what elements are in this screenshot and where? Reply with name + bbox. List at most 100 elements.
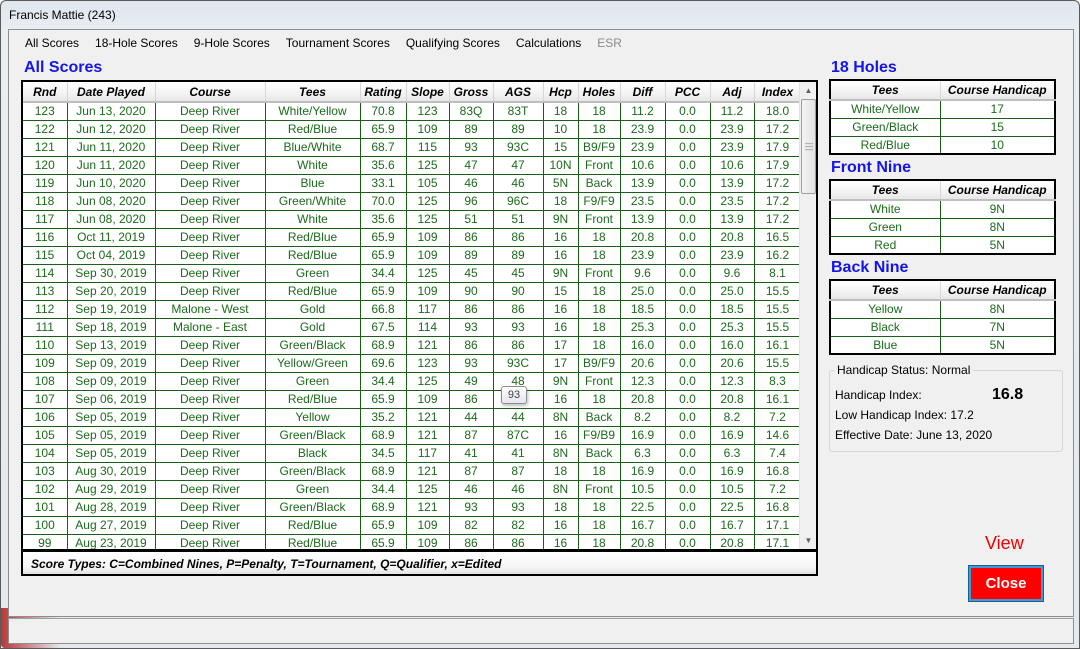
cell-gross[interactable]: 82: [448, 515, 494, 535]
cell-ags[interactable]: 47: [492, 155, 544, 175]
cell-diff[interactable]: 12.3: [619, 371, 666, 391]
cell-holes[interactable]: 18: [577, 497, 621, 517]
cell-index[interactable]: 8.1: [753, 263, 802, 283]
cell-rnd[interactable]: 120: [23, 155, 68, 175]
cell-hcp[interactable]: 17: [542, 335, 579, 355]
cell-diff[interactable]: 20.8: [619, 533, 666, 549]
cell-slope[interactable]: 121: [405, 497, 450, 517]
cell-tees[interactable]: Red/Blue: [264, 515, 361, 535]
score-row[interactable]: 122 Jun 12, 2020 Deep River Red/Blue 65.9 109…: [23, 119, 802, 139]
cell-rating[interactable]: 35.2: [359, 407, 407, 427]
cell-slope[interactable]: 109: [405, 389, 450, 409]
cell-ags[interactable]: 86: [492, 299, 544, 319]
cell-date-played[interactable]: Aug 27, 2019: [66, 515, 156, 535]
menu-tournament-scores[interactable]: Tournament Scores: [278, 34, 398, 54]
cell-adj[interactable]: 13.9: [709, 173, 755, 193]
close-button[interactable]: Close: [968, 565, 1044, 602]
cell-tees[interactable]: White/Yellow: [829, 99, 941, 119]
cell-pcc[interactable]: 0.0: [664, 389, 711, 409]
cell-diff[interactable]: 16.0: [619, 335, 666, 355]
cell-rating[interactable]: 68.9: [359, 461, 407, 481]
cell-diff[interactable]: 23.9: [619, 119, 666, 139]
cell-course-handicap[interactable]: 8N: [939, 299, 1056, 319]
cell-ags[interactable]: 86: [492, 227, 544, 247]
cell-gross[interactable]: 86: [448, 389, 494, 409]
cell-adj[interactable]: 23.9: [709, 245, 755, 265]
cell-diff[interactable]: 16.9: [619, 461, 666, 481]
score-row[interactable]: 99 Aug 23, 2019 Deep River Red/Blue 65.9 109 8…: [23, 533, 802, 549]
cell-pcc[interactable]: 0.0: [664, 425, 711, 445]
cell-course[interactable]: Malone - West: [154, 299, 266, 319]
cell-tees[interactable]: Gold: [264, 317, 361, 337]
column-header-slope[interactable]: Slope: [406, 82, 450, 103]
cell-date-played[interactable]: Sep 30, 2019: [66, 263, 156, 283]
cell-rnd[interactable]: 121: [23, 137, 68, 157]
cell-rnd[interactable]: 113: [23, 281, 68, 301]
cell-tees[interactable]: Red/Blue: [264, 389, 361, 409]
cell-hcp[interactable]: 18: [542, 497, 579, 517]
cell-gross[interactable]: 47: [448, 155, 494, 175]
cell-adj[interactable]: 10.6: [709, 155, 755, 175]
score-row[interactable]: 117 Jun 08, 2020 Deep River White 35.6 125 51 5…: [23, 209, 802, 229]
cell-hcp[interactable]: 10: [542, 119, 579, 139]
score-row[interactable]: 106 Sep 05, 2019 Deep River Yellow 35.2 121 44…: [23, 407, 802, 427]
cell-index[interactable]: 7.4: [753, 443, 802, 463]
cell-tees[interactable]: Green/Black: [264, 335, 361, 355]
cell-adj[interactable]: 6.3: [709, 443, 755, 463]
cell-pcc[interactable]: 0.0: [664, 227, 711, 247]
cell-slope[interactable]: 125: [405, 479, 450, 499]
cell-rating[interactable]: 65.9: [359, 227, 407, 247]
cell-rating[interactable]: 34.4: [359, 479, 407, 499]
cell-date-played[interactable]: Sep 05, 2019: [66, 407, 156, 427]
cell-course-handicap[interactable]: 5N: [939, 335, 1056, 355]
cell-hcp[interactable]: 8N: [542, 443, 579, 463]
cell-rating[interactable]: 70.0: [359, 191, 407, 211]
cell-adj[interactable]: 13.9: [709, 209, 755, 229]
cell-holes[interactable]: Front: [577, 263, 621, 283]
cell-rnd[interactable]: 107: [23, 389, 68, 409]
cell-slope[interactable]: 125: [405, 371, 450, 391]
cell-holes[interactable]: 18: [577, 335, 621, 355]
cell-tees[interactable]: Green/Black: [264, 497, 361, 517]
cell-rnd[interactable]: 102: [23, 479, 68, 499]
cell-tees[interactable]: White: [829, 199, 941, 219]
cell-date-played[interactable]: Aug 28, 2019: [66, 497, 156, 517]
cell-diff[interactable]: 16.7: [619, 515, 666, 535]
score-row[interactable]: 110 Sep 13, 2019 Deep River Green/Black 68.9…: [23, 335, 802, 355]
cell-rnd[interactable]: 119: [23, 173, 68, 193]
cell-holes[interactable]: Front: [577, 209, 621, 229]
column-header-holes[interactable]: Holes: [578, 82, 621, 103]
scrollbar-thumb[interactable]: — — —: [801, 99, 816, 194]
cell-gross[interactable]: 96: [448, 191, 494, 211]
cell-pcc[interactable]: 0.0: [664, 533, 711, 549]
cell-adj[interactable]: 10.5: [709, 479, 755, 499]
cell-adj[interactable]: 20.8: [709, 227, 755, 247]
cell-index[interactable]: 16.8: [753, 461, 802, 481]
cell-course[interactable]: Deep River: [154, 443, 266, 463]
cell-gross[interactable]: 86: [448, 533, 494, 549]
cell-course[interactable]: Deep River: [154, 119, 266, 139]
cell-date-played[interactable]: Sep 13, 2019: [66, 335, 156, 355]
cell-hcp[interactable]: 16: [542, 389, 579, 409]
cell-rnd[interactable]: 117: [23, 209, 68, 229]
cell-adj[interactable]: 16.7: [709, 515, 755, 535]
cell-rnd[interactable]: 112: [23, 299, 68, 319]
column-header-pcc[interactable]: PCC: [665, 82, 711, 103]
cell-adj[interactable]: 16.0: [709, 335, 755, 355]
cell-date-played[interactable]: Jun 08, 2020: [66, 191, 156, 211]
cell-ags[interactable]: 86: [492, 533, 544, 549]
handicap-row[interactable]: White/Yellow 17: [829, 99, 1056, 119]
cell-slope[interactable]: 115: [405, 137, 450, 157]
cell-gross[interactable]: 87: [448, 461, 494, 481]
cell-adj[interactable]: 22.5: [709, 497, 755, 517]
cell-rating[interactable]: 35.6: [359, 209, 407, 229]
cell-gross[interactable]: 86: [448, 335, 494, 355]
cell-holes[interactable]: 18: [577, 515, 621, 535]
handicap-row[interactable]: White 9N: [829, 199, 1056, 219]
cell-gross[interactable]: 41: [448, 443, 494, 463]
cell-holes[interactable]: 18: [577, 119, 621, 139]
score-row[interactable]: 120 Jun 11, 2020 Deep River White 35.6 125 47 4…: [23, 155, 802, 175]
cell-course-handicap[interactable]: 15: [939, 117, 1056, 137]
score-row[interactable]: 111 Sep 18, 2019 Malone - East Gold 67.5 114 9…: [23, 317, 802, 337]
cell-rating[interactable]: 68.7: [359, 137, 407, 157]
